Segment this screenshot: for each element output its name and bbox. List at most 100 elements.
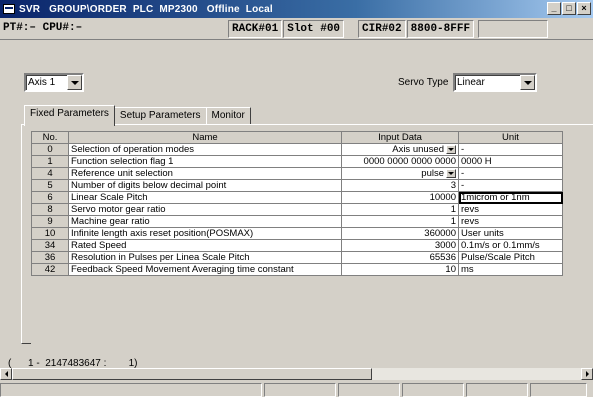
row-number: 34 [31, 239, 69, 252]
parameter-name: Number of digits below decimal point [68, 179, 342, 192]
input-data-cell[interactable]: 0000 0000 0000 0000 [341, 155, 459, 168]
main-panel: Axis 1 Servo Type Linear Fixed Parameter… [0, 41, 593, 369]
parameter-name: Resolution in Pulses per Linea Scale Pit… [68, 251, 342, 264]
column-header-no[interactable]: No. [31, 131, 69, 144]
table-row[interactable]: 6 Linear Scale Pitch 10000 1microm or 1nm [31, 191, 563, 204]
chevron-down-icon[interactable] [520, 75, 535, 90]
scrollbar-thumb[interactable] [12, 368, 372, 380]
row-number: 6 [31, 191, 69, 204]
input-data-cell[interactable]: 10 [341, 263, 459, 276]
scrollbar-track[interactable] [372, 368, 581, 380]
table-row[interactable]: 42 Feedback Speed Movement Averaging time… [31, 263, 563, 276]
input-data-cell[interactable]: 3 [341, 179, 459, 192]
input-data-cell[interactable]: 10000 [341, 191, 459, 204]
axis-select-value: Axis 1 [28, 77, 56, 88]
unit-cell: 0000 H [458, 155, 563, 168]
table-row[interactable]: 34 Rated Speed 3000 0.1m/s or 0.1mm/s [31, 239, 563, 252]
status-pane [264, 383, 336, 397]
parameter-name: Linear Scale Pitch [68, 191, 342, 204]
row-number: 5 [31, 179, 69, 192]
tab-monitor[interactable]: Monitor [205, 107, 251, 125]
parameter-name: Reference unit selection [68, 167, 342, 180]
scroll-left-icon[interactable] [0, 368, 12, 380]
parameter-name: Function selection flag 1 [68, 155, 342, 168]
tab-setup-parameters[interactable]: Setup Parameters [113, 107, 207, 125]
axis-select[interactable]: Axis 1 [24, 73, 84, 92]
column-header-input-data[interactable]: Input Data [341, 131, 459, 144]
table-row[interactable]: 36 Resolution in Pulses per Linea Scale P… [31, 251, 563, 264]
row-number: 1 [31, 155, 69, 168]
unit-cell: revs [458, 203, 563, 216]
input-data-cell[interactable]: 1 [341, 215, 459, 228]
input-data-cell[interactable]: Axis unused [341, 143, 459, 156]
info-blank-field [478, 19, 549, 38]
tab-fixed-parameters[interactable]: Fixed Parameters [24, 105, 115, 126]
row-number: 10 [31, 227, 69, 240]
row-number: 8 [31, 203, 69, 216]
status-pane [402, 383, 464, 397]
close-button[interactable]: × [577, 2, 591, 15]
input-data-value: Axis unused [392, 144, 444, 155]
table-row[interactable]: 9 Machine gear ratio 1 revs [31, 215, 563, 228]
parameter-grid: No. Name Input Data Unit 0 Selection of o… [31, 131, 563, 276]
window-title: SVR GROUP\ORDER PLC MP2300 Offline Local [19, 3, 273, 15]
parameter-name: Machine gear ratio [68, 215, 342, 228]
status-bar [0, 383, 593, 397]
row-number: 36 [31, 251, 69, 264]
unit-cell: revs [458, 215, 563, 228]
unit-cell: User units [458, 227, 563, 240]
app-icon [3, 4, 15, 14]
address-range-info: 8800-8FFF [406, 19, 475, 38]
horizontal-scrollbar[interactable] [0, 368, 593, 380]
row-number: 42 [31, 263, 69, 276]
table-row[interactable]: 1 Function selection flag 1 0000 0000 0000… [31, 155, 563, 168]
parameter-name: Selection of operation modes [68, 143, 342, 156]
input-data-cell[interactable]: 1 [341, 203, 459, 216]
maximize-button[interactable]: □ [562, 2, 576, 15]
input-data-cell[interactable]: 65536 [341, 251, 459, 264]
servo-type-value: Linear [457, 77, 485, 88]
unit-cell: 0.1m/s or 0.1mm/s [458, 239, 563, 252]
row-number: 0 [31, 143, 69, 156]
parameter-name: Feedback Speed Movement Averaging time c… [68, 263, 342, 276]
chevron-down-icon[interactable] [67, 75, 82, 90]
parameter-name: Servo motor gear ratio [68, 203, 342, 216]
input-data-cell[interactable]: 360000 [341, 227, 459, 240]
unit-cell: 1microm or 1nm [458, 191, 563, 204]
tab-panel: No. Name Input Data Unit 0 Selection of o… [21, 124, 593, 345]
column-header-unit[interactable]: Unit [458, 131, 563, 144]
cir-info: CIR#02 [358, 19, 406, 38]
input-data-cell[interactable]: 3000 [341, 239, 459, 252]
title-bar: SVR GROUP\ORDER PLC MP2300 Offline Local… [0, 0, 593, 18]
column-header-name[interactable]: Name [68, 131, 342, 144]
parameter-name: Infinite length axis reset position(POSM… [68, 227, 342, 240]
unit-cell: - [458, 167, 563, 180]
status-pane [466, 383, 528, 397]
table-row[interactable]: 10 Infinite length axis reset position(PO… [31, 227, 563, 240]
unit-cell: ms [458, 263, 563, 276]
table-row[interactable]: 0 Selection of operation modes Axis unused… [31, 143, 563, 156]
unit-cell: - [458, 143, 563, 156]
module-info-bar: PT#:– CPU#:– RACK#01 Slot #00 CIR#02 880… [0, 18, 593, 40]
row-number: 4 [31, 167, 69, 180]
unit-cell: Pulse/Scale Pitch [458, 251, 563, 264]
minimize-button[interactable]: _ [547, 2, 561, 15]
servo-type-select[interactable]: Linear [453, 73, 537, 92]
chevron-down-icon[interactable] [446, 169, 456, 178]
parameter-grid-area: No. Name Input Data Unit 0 Selection of o… [31, 131, 593, 345]
row-number: 9 [31, 215, 69, 228]
table-row[interactable]: 5 Number of digits below decimal point 3- [31, 179, 563, 192]
scroll-right-icon[interactable] [581, 368, 593, 380]
input-data-cell[interactable]: pulse [341, 167, 459, 180]
pt-cpu-info: PT#:– CPU#:– [3, 21, 83, 34]
chevron-down-icon[interactable] [446, 145, 456, 154]
status-pane [338, 383, 400, 397]
unit-cell: - [458, 179, 563, 192]
table-row[interactable]: 4 Reference unit selection pulse - [31, 167, 563, 180]
status-pane [530, 383, 587, 397]
rack-info: RACK#01 [228, 19, 283, 38]
parameter-name: Rated Speed [68, 239, 342, 252]
table-row[interactable]: 8 Servo motor gear ratio 1 revs [31, 203, 563, 216]
servo-type-label: Servo Type [398, 77, 449, 88]
slot-info: Slot #00 [283, 19, 345, 38]
